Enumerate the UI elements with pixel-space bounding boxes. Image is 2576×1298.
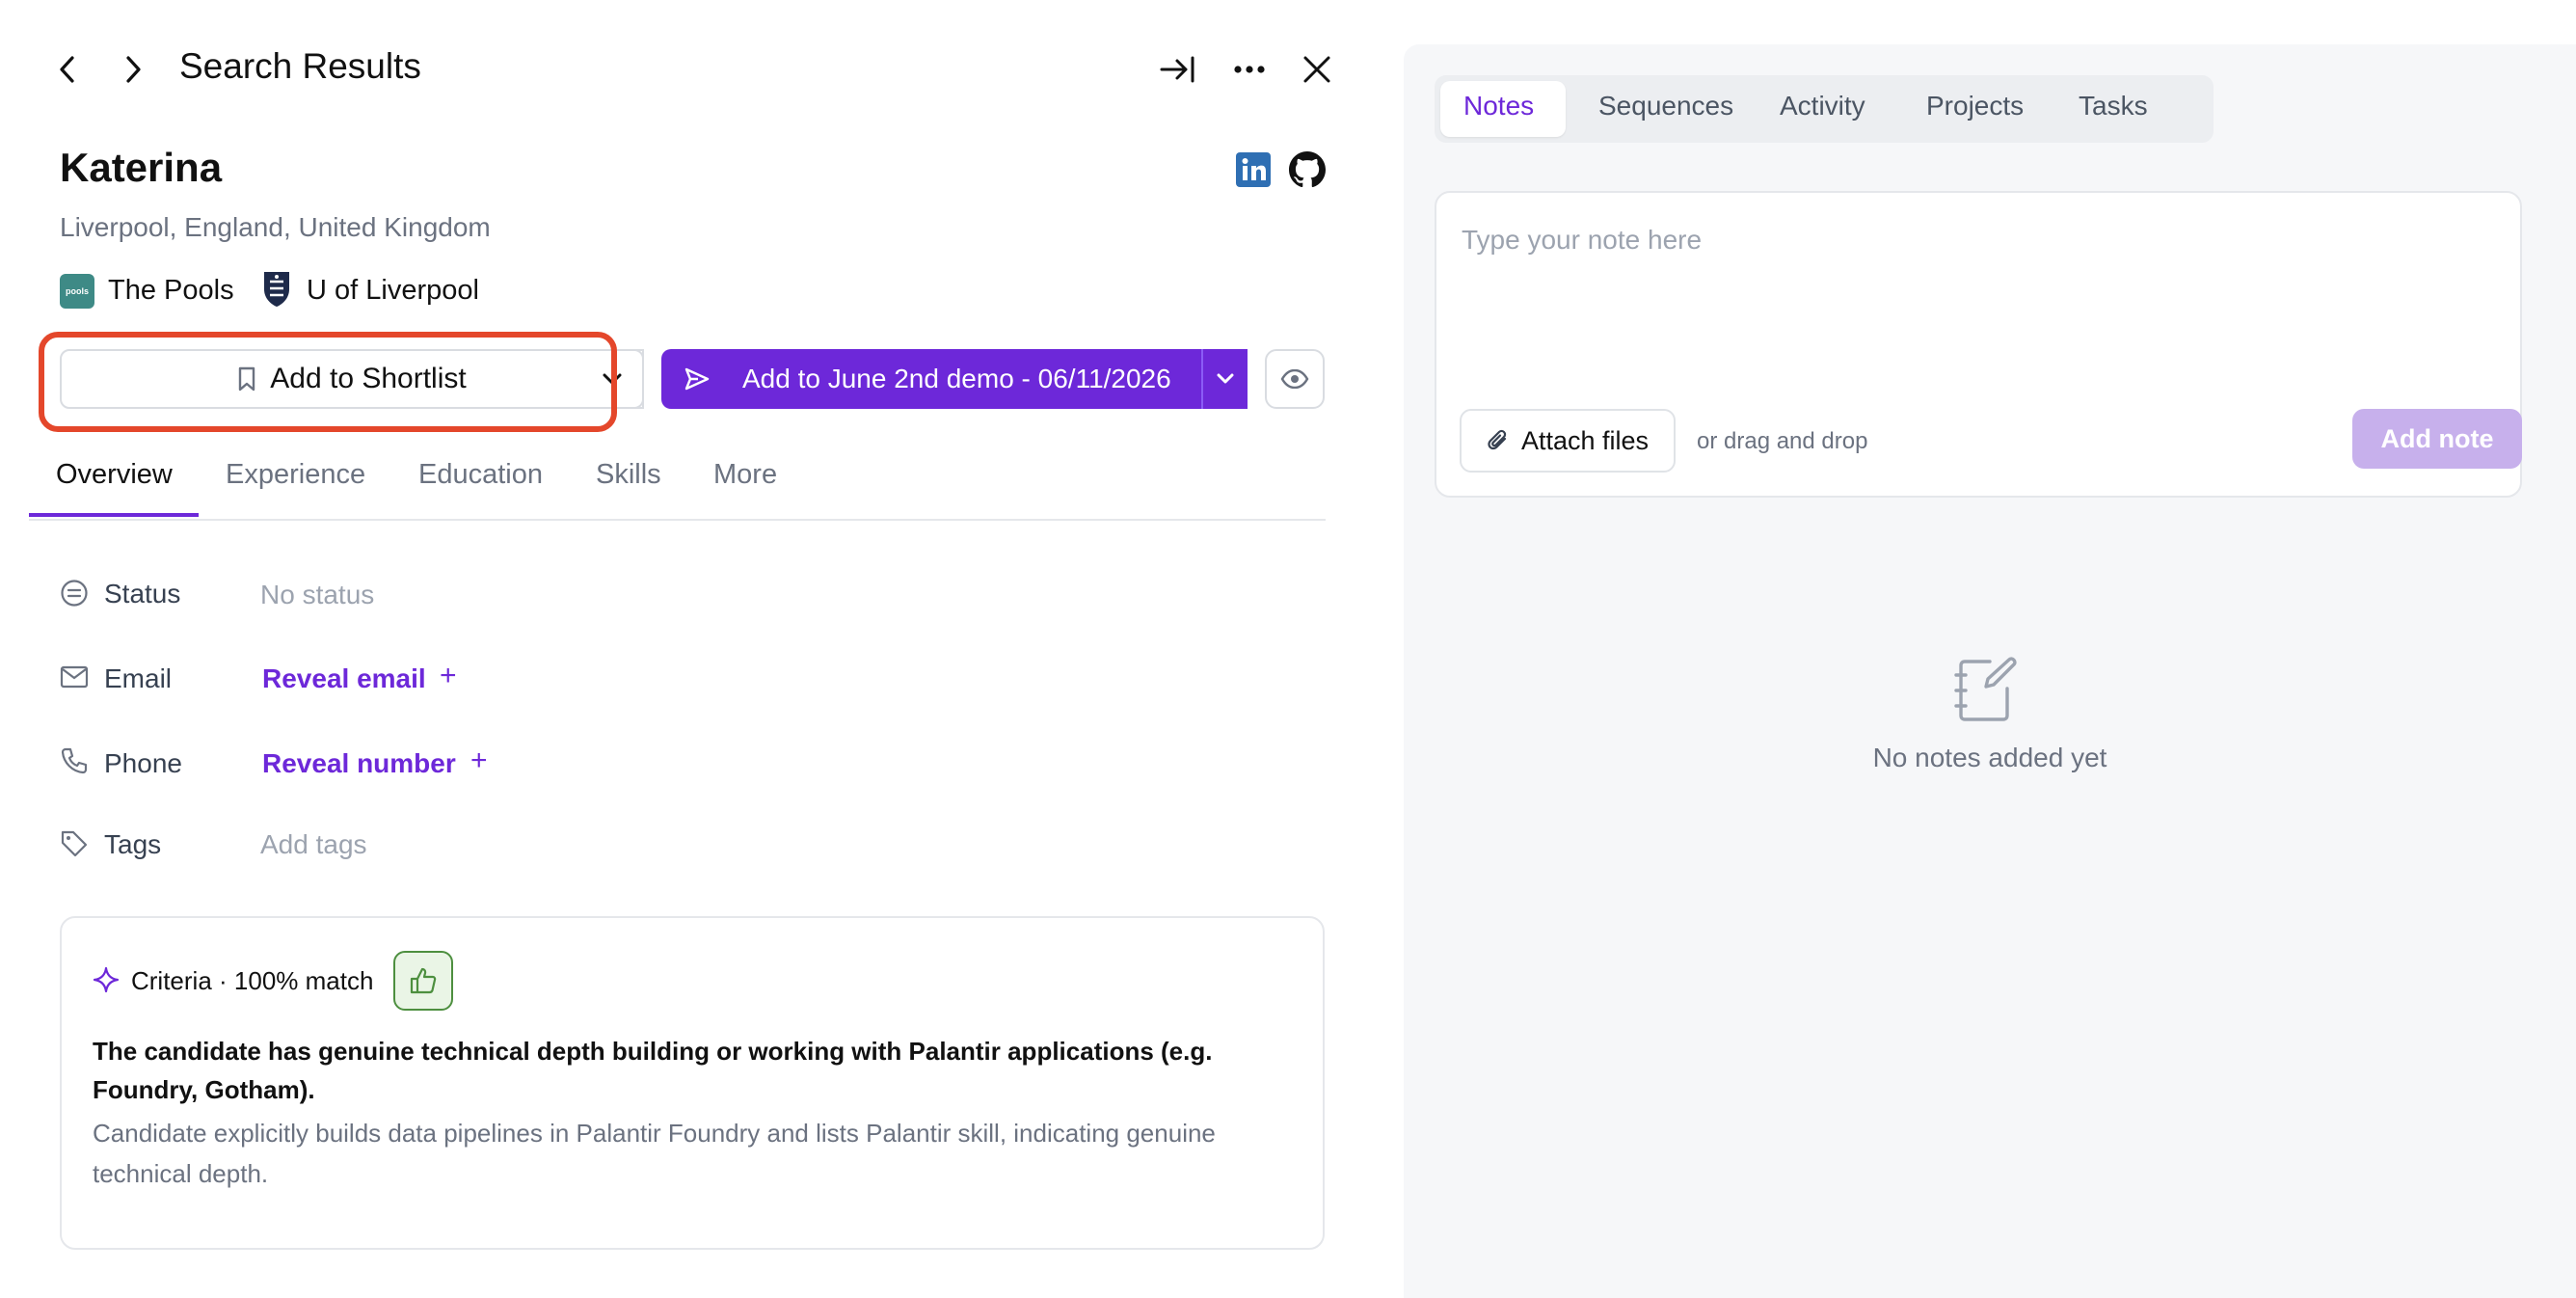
tab-notes[interactable]: Notes [1463,91,1534,122]
profile-tabs: Overview Experience Education Skills Mor… [29,453,1326,521]
tag-icon [60,829,89,858]
thumbs-up-icon [410,967,437,994]
send-icon [684,367,710,391]
tab-projects[interactable]: Projects [1926,91,2024,122]
add-to-shortlist-button[interactable]: Add to Shortlist [60,349,644,409]
drag-drop-hint: or drag and drop [1697,428,1868,454]
add-email-plus-icon[interactable]: + [440,660,457,692]
candidate-panel: Search Results Katerina Liverpool, Engla… [0,0,1369,1298]
criteria-title: The candidate has genuine technical dept… [93,1037,1213,1104]
status-icon [60,579,89,608]
add-tags-field[interactable]: Add tags [260,829,367,860]
bookmark-icon [239,366,255,392]
company-logo: pools [60,274,94,309]
chevron-down-icon [603,373,622,385]
criteria-card: Criteria · 100% match The candidate has … [60,916,1325,1250]
note-composer: Attach files or drag and drop Add note [1435,191,2522,498]
candidate-location: Liverpool, England, United Kingdom [60,212,491,242]
reveal-email-link[interactable]: Reveal email [262,663,426,694]
tab-sequences[interactable]: Sequences [1598,91,1733,122]
attach-files-button[interactable]: Attach files [1460,409,1676,473]
status-value[interactable]: No status [260,580,374,610]
tags-label: Tags [104,829,162,859]
notes-panel: Notes Sequences Activity Projects Tasks … [1404,44,2576,1298]
page-title: Search Results [179,46,421,86]
school-name: U of Liverpool [307,275,479,306]
add-phone-plus-icon[interactable]: + [470,744,488,777]
tab-tasks[interactable]: Tasks [2079,91,2148,122]
tab-skills[interactable]: Skills [596,459,661,491]
note-input[interactable] [1460,210,2505,270]
linkedin-icon[interactable] [1236,152,1271,187]
status-label: Status [104,579,181,608]
forward-chevron-icon[interactable] [116,50,150,89]
activity-tabs: Notes Sequences Activity Projects Tasks [1435,75,2214,143]
more-options-icon[interactable] [1228,50,1271,89]
candidate-name: Katerina [60,145,223,190]
phone-icon [60,746,89,775]
empty-notes-message: No notes added yet [1872,743,2107,772]
add-note-button[interactable]: Add note [2352,409,2522,469]
collapse-panel-icon[interactable] [1157,50,1199,89]
sequence-dropdown-button[interactable] [1201,349,1248,409]
chevron-down-icon [1217,373,1234,384]
shortlist-label: Add to Shortlist [270,363,467,394]
mail-icon [60,665,89,689]
shortlist-dropdown-button[interactable] [582,349,644,409]
add-to-sequence-button[interactable]: Add to June 2nd demo - 06/11/2026 [661,349,1248,409]
email-label: Email [104,663,173,693]
sequence-label: Add to June 2nd demo - 06/11/2026 [742,364,1171,393]
criteria-header: Criteria · 100% match [131,966,374,995]
github-icon[interactable] [1288,150,1327,189]
tab-overview[interactable]: Overview [56,459,173,491]
active-tab-indicator [29,513,199,517]
preview-button[interactable] [1265,349,1325,409]
company-name: The Pools [108,275,234,306]
university-crest-icon [262,270,291,309]
criteria-description: Candidate explicitly builds data pipelin… [93,1119,1216,1188]
tab-more[interactable]: More [713,459,777,491]
phone-label: Phone [104,748,182,778]
notebook-icon [1953,656,2021,725]
back-chevron-icon[interactable] [50,50,85,89]
close-icon[interactable] [1298,50,1336,89]
thumbs-up-button[interactable] [393,951,453,1011]
reveal-number-link[interactable]: Reveal number [262,748,456,779]
tab-experience[interactable]: Experience [226,459,365,491]
sparkle-icon [93,966,120,993]
paperclip-icon [1488,429,1507,450]
tab-education[interactable]: Education [418,459,543,491]
tab-activity[interactable]: Activity [1780,91,1865,122]
eye-icon [1280,369,1309,389]
attach-files-label: Attach files [1520,425,1650,455]
